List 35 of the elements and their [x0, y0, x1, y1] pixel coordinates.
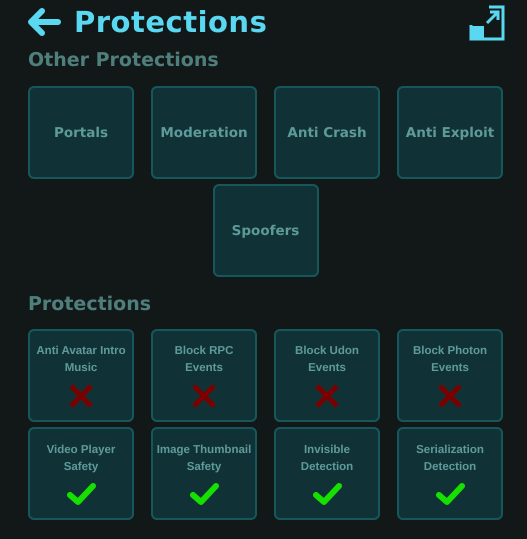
back-button[interactable]: [26, 7, 62, 37]
expand-icon[interactable]: [469, 5, 505, 41]
cross-icon: [314, 382, 340, 408]
protection-toggle[interactable]: Anti Avatar Intro Music: [28, 329, 134, 422]
toggle-label: Image Thumbnail Safety: [156, 442, 252, 474]
protection-toggle[interactable]: Invisible Detection: [274, 427, 380, 520]
toggle-label: Invisible Detection: [300, 442, 354, 474]
protection-toggle[interactable]: Video Player Safety: [28, 427, 134, 520]
toggle-label: Block RPC Events: [174, 344, 234, 376]
check-icon: [66, 482, 96, 506]
section-heading: Protections: [28, 293, 152, 315]
cross-icon: [437, 382, 463, 408]
category-button[interactable]: Spoofers: [212, 184, 318, 277]
cross-icon: [191, 382, 217, 408]
protection-toggle[interactable]: Image Thumbnail Safety: [151, 427, 257, 520]
cross-icon: [68, 382, 94, 408]
toggle-label: Video Player Safety: [46, 442, 116, 474]
protection-toggle[interactable]: Block Udon Events: [274, 329, 380, 422]
category-button[interactable]: Moderation: [151, 86, 257, 179]
protection-toggle[interactable]: Block Photon Events: [397, 329, 503, 422]
check-icon: [435, 482, 465, 506]
toggle-label: Block Udon Events: [294, 344, 360, 376]
section-heading: Other Protections: [28, 49, 220, 71]
check-icon: [312, 482, 342, 506]
toggle-label: Serialization Detection: [415, 442, 485, 474]
toggle-label: Block Photon Events: [412, 344, 488, 376]
protection-toggle[interactable]: Block RPC Events: [151, 329, 257, 422]
category-button[interactable]: Anti Exploit: [397, 86, 503, 179]
back-arrow-icon: [26, 7, 62, 37]
check-icon: [189, 482, 219, 506]
category-button[interactable]: Portals: [28, 86, 134, 179]
page-title: Protections: [74, 5, 268, 39]
toggle-label: Anti Avatar Intro Music: [35, 344, 127, 376]
protection-toggle[interactable]: Serialization Detection: [397, 427, 503, 520]
category-button[interactable]: Anti Crash: [274, 86, 380, 179]
